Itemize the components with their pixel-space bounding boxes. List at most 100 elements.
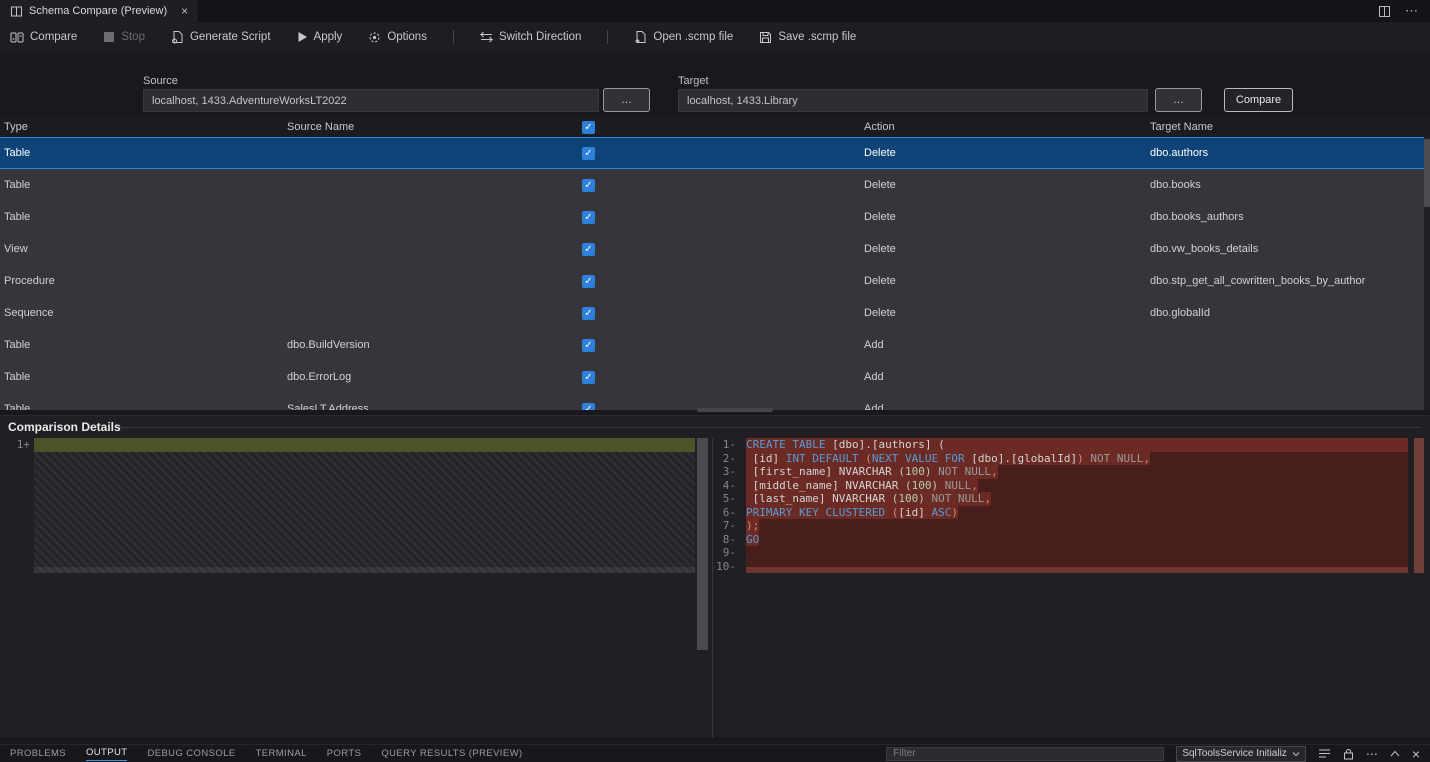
- source-input[interactable]: [143, 89, 599, 112]
- code-line: [middle_name] NVARCHAR (100) NULL,: [746, 479, 1408, 493]
- row-include-checkbox[interactable]: ✓: [582, 275, 595, 288]
- row-type: Table: [0, 339, 283, 351]
- row-type: Procedure: [0, 275, 283, 287]
- editor-more-actions-icon[interactable]: ⋯: [1405, 3, 1418, 19]
- splitter-handle[interactable]: [697, 408, 773, 412]
- table-row[interactable]: Table✓Deletedbo.authors: [0, 137, 1430, 169]
- table-row[interactable]: Table✓Deletedbo.books: [0, 169, 1430, 201]
- line-number: 2-: [714, 452, 736, 466]
- panel-tab-query-results-preview-[interactable]: QUERY RESULTS (PREVIEW): [381, 747, 522, 761]
- switch-direction-button[interactable]: Switch Direction: [480, 31, 581, 43]
- panel-tab-debug-console[interactable]: DEBUG CONSOLE: [147, 747, 235, 761]
- line-number: 4-: [714, 479, 736, 493]
- row-action: Add: [860, 339, 1146, 351]
- code-token: ,: [1143, 452, 1150, 465]
- right-code[interactable]: CREATE TABLE [dbo].[authors] ( [id] INT …: [746, 438, 1408, 573]
- target-input[interactable]: [678, 89, 1148, 112]
- code-token: [dbo].[authors] (: [825, 438, 944, 451]
- save-scmp-label: Save .scmp file: [778, 31, 856, 43]
- row-include-checkbox[interactable]: ✓: [582, 147, 595, 160]
- row-type: Sequence: [0, 307, 283, 319]
- target-browse-button[interactable]: …: [1155, 88, 1202, 112]
- generate-script-button[interactable]: Generate Script: [171, 30, 271, 44]
- stop-button[interactable]: Stop: [103, 31, 145, 43]
- row-source-name: dbo.ErrorLog: [283, 371, 575, 383]
- code-token: ,: [971, 479, 978, 492]
- row-checkbox-cell: ✓: [575, 243, 860, 256]
- split-editor-icon[interactable]: [1378, 5, 1391, 18]
- close-panel-icon[interactable]: ×: [1412, 747, 1420, 761]
- save-scmp-button[interactable]: Save .scmp file: [759, 31, 856, 44]
- clear-output-icon[interactable]: [1318, 748, 1331, 759]
- row-include-checkbox[interactable]: ✓: [582, 371, 595, 384]
- panel-tab-terminal[interactable]: TERMINAL: [256, 747, 307, 761]
- include-all-checkbox[interactable]: ✓: [582, 121, 595, 134]
- output-channel-select[interactable]: SqlToolsService Initializ: [1176, 746, 1306, 762]
- table-row[interactable]: Tabledbo.BuildVersion✓Add: [0, 329, 1430, 361]
- toolbar-separator: [453, 30, 454, 44]
- code-line: [id] INT DEFAULT (NEXT VALUE FOR [dbo].[…: [746, 452, 1408, 466]
- panel-tab-problems[interactable]: PROBLEMS: [10, 747, 66, 761]
- column-header-target-name[interactable]: Target Name: [1146, 121, 1430, 133]
- diff-inline-highlight: [middle_name] NVARCHAR (100) NULL,: [746, 479, 978, 493]
- line-number: 7-: [714, 519, 736, 533]
- row-include-checkbox[interactable]: ✓: [582, 179, 595, 192]
- options-button[interactable]: Options: [368, 31, 427, 44]
- apply-button[interactable]: Apply: [297, 31, 343, 43]
- grid-scrollbar[interactable]: [1424, 137, 1430, 410]
- table-row[interactable]: View✓Deletedbo.vw_books_details: [0, 233, 1430, 265]
- table-row[interactable]: Tabledbo.ErrorLog✓Add: [0, 361, 1430, 393]
- panel-tab-ports[interactable]: PORTS: [327, 747, 362, 761]
- row-type: Table: [0, 403, 283, 410]
- row-include-checkbox[interactable]: ✓: [582, 307, 595, 320]
- code-token: PRIMARY KEY CLUSTERED: [746, 506, 892, 519]
- row-target-name: dbo.authors: [1146, 147, 1430, 159]
- options-button-label: Options: [387, 31, 427, 43]
- table-row[interactable]: Sequence✓Deletedbo.globalId: [0, 297, 1430, 329]
- line-number: 9-: [714, 546, 736, 560]
- diff-pane-divider: [712, 438, 713, 738]
- right-pane-horizontal-scrollbar[interactable]: [746, 567, 1408, 573]
- table-row[interactable]: Table✓Deletedbo.books_authors: [0, 201, 1430, 233]
- compare-button[interactable]: Compare: [10, 31, 77, 44]
- column-header-type[interactable]: Type: [0, 121, 283, 133]
- code-token: GO: [746, 533, 759, 546]
- panel-tab-output[interactable]: OUTPUT: [86, 746, 127, 761]
- run-compare-button[interactable]: Compare: [1224, 88, 1293, 112]
- tab-schema-compare[interactable]: Schema Compare (Preview) ×: [0, 0, 199, 22]
- panel-more-actions-icon[interactable]: ⋯: [1366, 748, 1378, 760]
- diff-inline-highlight: [last_name] NVARCHAR (100) NOT NULL,: [746, 492, 991, 506]
- left-pane-scrollbar[interactable]: [697, 438, 708, 650]
- left-pane-horizontal-scrollbar[interactable]: [34, 567, 695, 573]
- row-include-checkbox[interactable]: ✓: [582, 243, 595, 256]
- table-row[interactable]: Procedure✓Deletedbo.stp_get_all_cowritte…: [0, 265, 1430, 297]
- apply-button-label: Apply: [314, 31, 343, 43]
- output-filter-input[interactable]: [886, 747, 1164, 761]
- code-token: NOT NULL: [1084, 452, 1144, 465]
- lock-icon[interactable]: [1343, 748, 1354, 760]
- tab-close-icon[interactable]: ×: [181, 4, 188, 18]
- comparison-details-title: Comparison Details: [8, 420, 121, 434]
- code-token: NOT NULL: [925, 492, 985, 505]
- row-target-name: dbo.vw_books_details: [1146, 243, 1430, 255]
- code-token: NULL: [938, 479, 971, 492]
- maximize-panel-icon[interactable]: [1390, 750, 1400, 757]
- row-type: Table: [0, 211, 283, 223]
- column-header-source-name[interactable]: Source Name: [283, 121, 575, 133]
- open-scmp-button[interactable]: Open .scmp file: [634, 30, 733, 44]
- row-action: Delete: [860, 211, 1146, 223]
- line-number: 1+: [8, 438, 30, 452]
- grid-scrollbar-thumb[interactable]: [1424, 139, 1430, 207]
- code-token: [id]: [898, 506, 925, 519]
- diff-inline-highlight: GO: [746, 533, 759, 547]
- source-browse-button[interactable]: …: [603, 88, 650, 112]
- code-token: ,: [991, 465, 998, 478]
- code-token: (100): [905, 479, 938, 492]
- column-header-action[interactable]: Action: [860, 121, 1146, 133]
- stop-icon: [103, 31, 115, 43]
- row-include-checkbox[interactable]: ✓: [582, 403, 595, 411]
- tab-title: Schema Compare (Preview): [29, 5, 167, 17]
- row-include-checkbox[interactable]: ✓: [582, 211, 595, 224]
- row-include-checkbox[interactable]: ✓: [582, 339, 595, 352]
- overview-ruler-removed-marker[interactable]: [1414, 438, 1424, 573]
